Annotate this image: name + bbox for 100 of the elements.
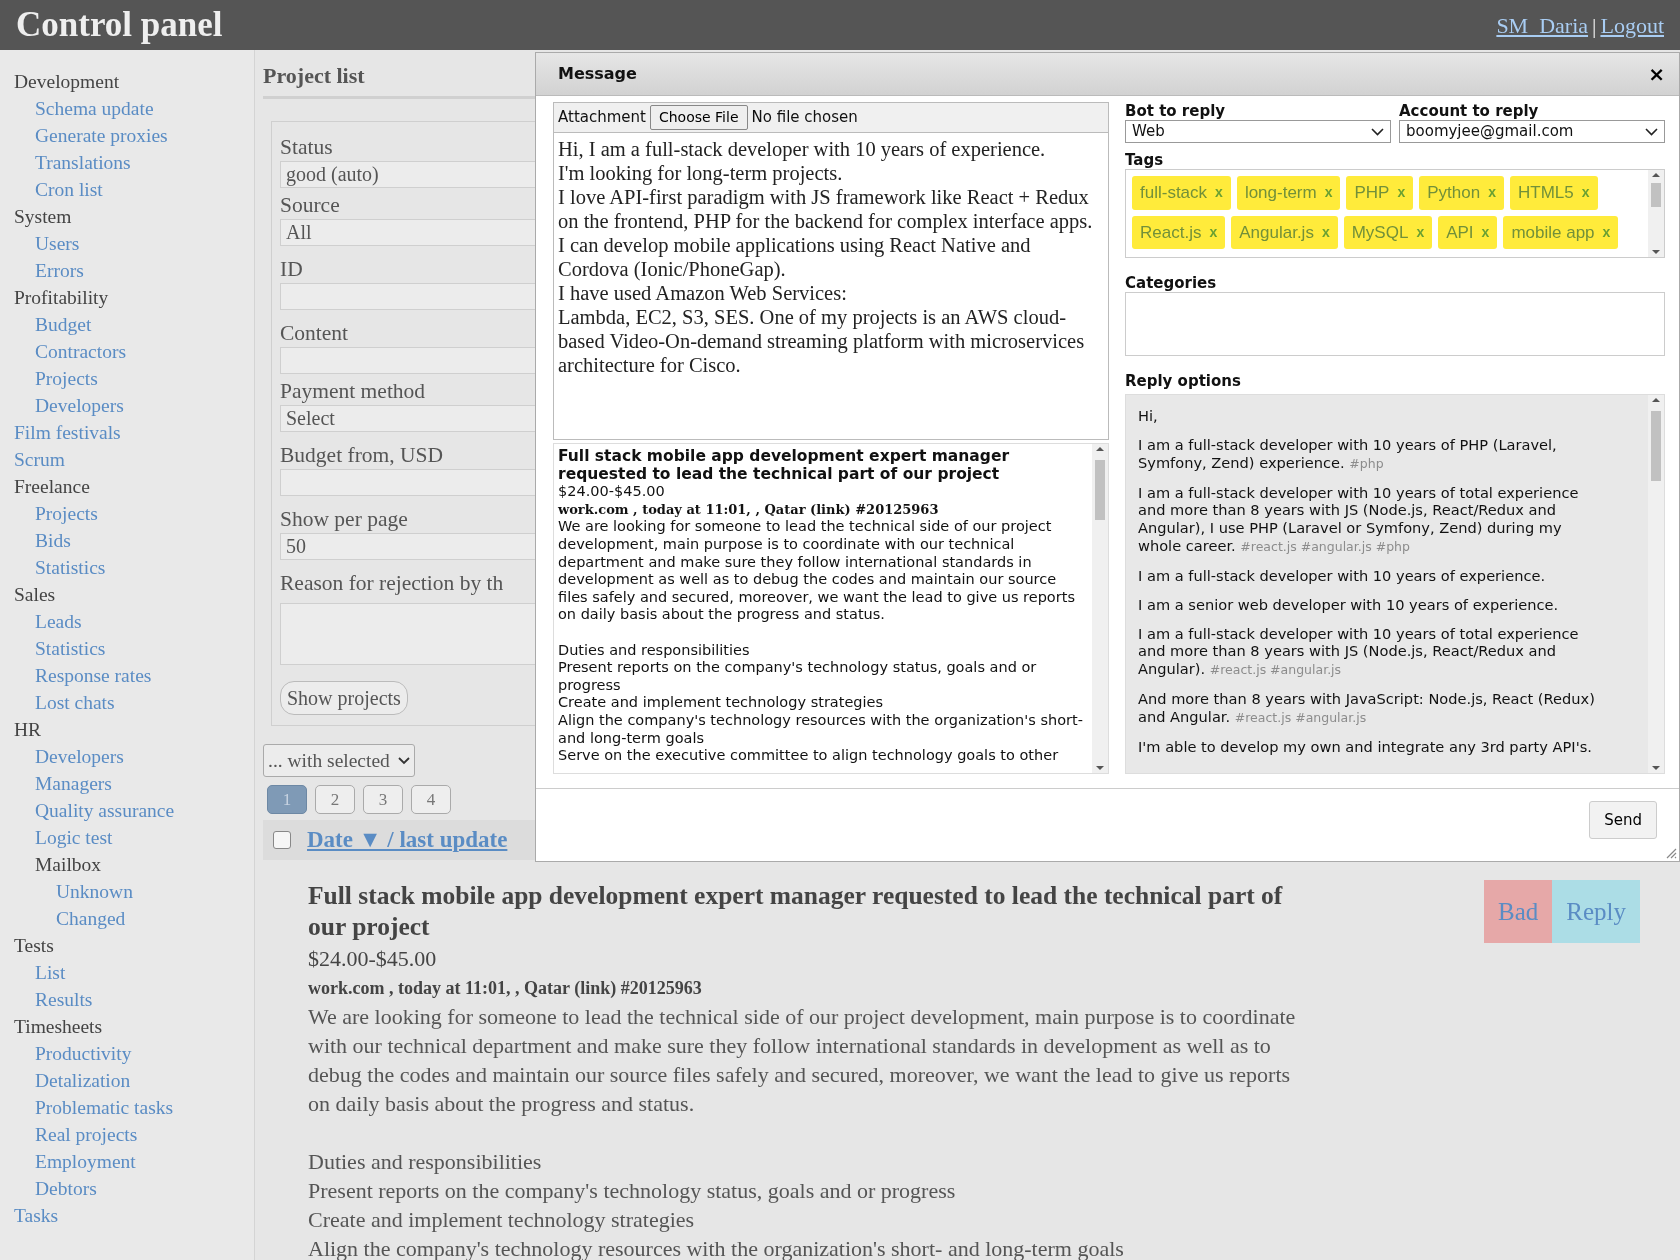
- field-label: Account to reply: [1399, 102, 1540, 120]
- remove-tag-button[interactable]: x: [1321, 221, 1330, 243]
- sidebar-link[interactable]: Bids: [35, 527, 71, 554]
- tag: long-term x: [1236, 176, 1341, 210]
- field-label: ID: [280, 256, 304, 283]
- page-button[interactable]: 2: [315, 785, 355, 815]
- select-all-checkbox[interactable]: [273, 831, 291, 850]
- sidebar-link[interactable]: Developers: [35, 743, 124, 770]
- select-field[interactable]: Select: [280, 405, 536, 432]
- sidebar-link[interactable]: Detalization: [35, 1067, 131, 1094]
- remove-tag-button[interactable]: x: [1488, 182, 1496, 204]
- user-link[interactable]: SM_Daria: [1496, 8, 1589, 42]
- choose-file-button[interactable]: Choose File: [649, 105, 748, 130]
- sidebar-link[interactable]: Tasks: [14, 1202, 59, 1229]
- input-field[interactable]: [280, 283, 536, 310]
- text-area[interactable]: [280, 603, 536, 665]
- reply-option[interactable]: I am a full-stack developer with 10 years of experience.: [1138, 566, 1608, 585]
- sidebar-link[interactable]: Employment: [35, 1148, 136, 1175]
- reply-option[interactable]: And more than 8 years with JavaScript: Node.js, React (Redux) and Angular. #react.js #angular.js: [1138, 690, 1608, 727]
- sidebar-link[interactable]: Response rates: [35, 662, 152, 689]
- sidebar-link[interactable]: Statistics: [35, 635, 106, 662]
- reply-option[interactable]: I'm able to develop my own and integrate any 3rd party API's.: [1138, 737, 1608, 756]
- reply-option[interactable]: Hi,: [1138, 407, 1608, 425]
- remove-tag-button[interactable]: x: [1602, 221, 1611, 243]
- sidebar-link[interactable]: Real projects: [35, 1121, 138, 1148]
- scrollbar[interactable]: [1648, 395, 1664, 773]
- remove-tag-button[interactable]: x: [1397, 182, 1406, 204]
- page-button[interactable]: 3: [363, 785, 403, 815]
- sidebar-link[interactable]: Productivity: [35, 1040, 132, 1067]
- sidebar-link[interactable]: Problematic tasks: [35, 1094, 174, 1121]
- reply-option[interactable]: I am a full-stack developer with 10 years of total experience and more than 8 years with JS (Node.js, React/Redux and Angular). #react.js #angular.js: [1138, 624, 1608, 679]
- input-field[interactable]: [280, 469, 536, 496]
- remove-tag-button[interactable]: x: [1324, 182, 1333, 204]
- close-button[interactable]: ×: [1648, 59, 1665, 89]
- duty-line: Duties and responsibilities: [308, 1148, 543, 1177]
- field-label: Show per page: [280, 506, 409, 533]
- sidebar-link[interactable]: Translations: [35, 149, 131, 176]
- sidebar-link[interactable]: Projects: [35, 365, 98, 392]
- reply-option[interactable]: I am a full-stack developer with 10 years of total experience and more than 8 years with JS (Node.js, React/Redux and Angular), I use PHP (Laravel or Symfony, Zend) during my whole career. #react.js #angular.js #php: [1138, 483, 1608, 556]
- bulk-action-select[interactable]: ... with selected: [263, 744, 415, 778]
- reply-option[interactable]: I am a full-stack developer with 10 years of PHP (Laravel, Symfony, Zend) experience. #php: [1138, 436, 1608, 473]
- remove-tag-button[interactable]: x: [1581, 182, 1590, 204]
- source-link[interactable]: (link): [810, 501, 851, 517]
- sidebar-link[interactable]: Users: [35, 230, 80, 257]
- separator-text: |: [1592, 11, 1597, 40]
- input-field[interactable]: [280, 347, 536, 374]
- source-link[interactable]: (link): [574, 978, 617, 999]
- page-button[interactable]: 1: [267, 785, 307, 815]
- sidebar-link[interactable]: Statistics: [35, 554, 106, 581]
- scrollbar[interactable]: [1648, 170, 1664, 257]
- duty-line: Present reports on the company's technology status, goals and or progress: [558, 659, 1038, 695]
- chevron-down-icon: [397, 756, 410, 765]
- sidebar-link[interactable]: Contractors: [35, 338, 126, 365]
- select-field[interactable]: All: [280, 219, 536, 246]
- tag: MySQL x: [1343, 215, 1433, 249]
- sidebar-link[interactable]: Changed: [56, 905, 126, 932]
- sidebar-link[interactable]: Lost chats: [35, 689, 115, 716]
- remove-tag-button[interactable]: x: [1209, 221, 1218, 243]
- sidebar-link[interactable]: Unknown: [56, 878, 133, 905]
- resize-handle-icon[interactable]: [1665, 847, 1677, 860]
- sidebar-link[interactable]: List: [35, 959, 66, 986]
- tag: mobile app x: [1503, 215, 1619, 249]
- sidebar-link[interactable]: Developers: [35, 392, 124, 419]
- reply-button[interactable]: Reply: [1552, 880, 1640, 944]
- scrollbar[interactable]: [1092, 444, 1108, 773]
- sidebar-link[interactable]: Logic test: [35, 824, 113, 851]
- sort-link[interactable]: Date ▼ / last update: [307, 823, 508, 858]
- remove-tag-button[interactable]: x: [1416, 221, 1425, 243]
- sidebar-link[interactable]: Scrum: [14, 446, 65, 473]
- remove-tag-button[interactable]: x: [1481, 221, 1490, 243]
- bad-button[interactable]: Bad: [1484, 880, 1553, 944]
- sidebar-link[interactable]: Leads: [35, 608, 82, 635]
- sidebar-link[interactable]: Projects: [35, 500, 98, 527]
- sidebar-link[interactable]: Cron list: [35, 176, 103, 203]
- sidebar-link[interactable]: Budget: [35, 311, 92, 338]
- sidebar-link[interactable]: Film festivals: [14, 419, 121, 446]
- sidebar-link[interactable]: Quality assurance: [35, 797, 175, 824]
- page-button[interactable]: 4: [411, 785, 451, 815]
- message-field[interactable]: Hi, I am a full-stack developer with 10 years of experience. I'm looking for long-term projects. I love API-first paradigm with JS framework like React + Redux on the frontend, PHP for the backend for complex interface apps. I can develop mobile applications using React Native and Cordova (Ionic/PhoneGap). I have used Amazon Web Services: Lambda, EC2, S3, SES. One of my projects is an AWS cloud-based Video-On-demand streaming platform with microservices architecture for Cisco.: [553, 132, 1109, 440]
- select-field[interactable]: good (auto): [280, 161, 536, 188]
- tags-field[interactable]: full-stack x long-term x PHP x Python x HTML5 x React.js x Angular.js x MySQL x API x mobile app x: [1125, 169, 1665, 258]
- tag: full-stack x: [1132, 176, 1231, 210]
- sidebar-link[interactable]: Debtors: [35, 1175, 97, 1202]
- select-field[interactable]: Web: [1125, 120, 1391, 143]
- sidebar-link[interactable]: Schema update: [35, 95, 154, 122]
- sidebar-link[interactable]: Errors: [35, 257, 84, 284]
- tag: API x: [1438, 215, 1498, 249]
- remove-tag-button[interactable]: x: [1215, 182, 1223, 204]
- reply-option[interactable]: I am a senior web developer with 10 years of experience.: [1138, 595, 1608, 614]
- sidebar-link[interactable]: Managers: [35, 770, 112, 797]
- show-projects-button[interactable]: Show projects: [280, 681, 408, 715]
- send-button[interactable]: Send: [1589, 800, 1657, 840]
- job-price: $24.00-$45.00: [558, 483, 666, 501]
- select-field[interactable]: boomyjee@gmail.com: [1399, 120, 1665, 143]
- field-label: Reason for rejection by th: [280, 570, 505, 597]
- sidebar-link[interactable]: Generate proxies: [35, 122, 168, 149]
- sidebar-link[interactable]: Results: [35, 986, 93, 1013]
- logout-link[interactable]: Logout: [1600, 8, 1664, 42]
- input-field[interactable]: 50: [280, 533, 536, 560]
- categories-field[interactable]: [1125, 292, 1665, 356]
